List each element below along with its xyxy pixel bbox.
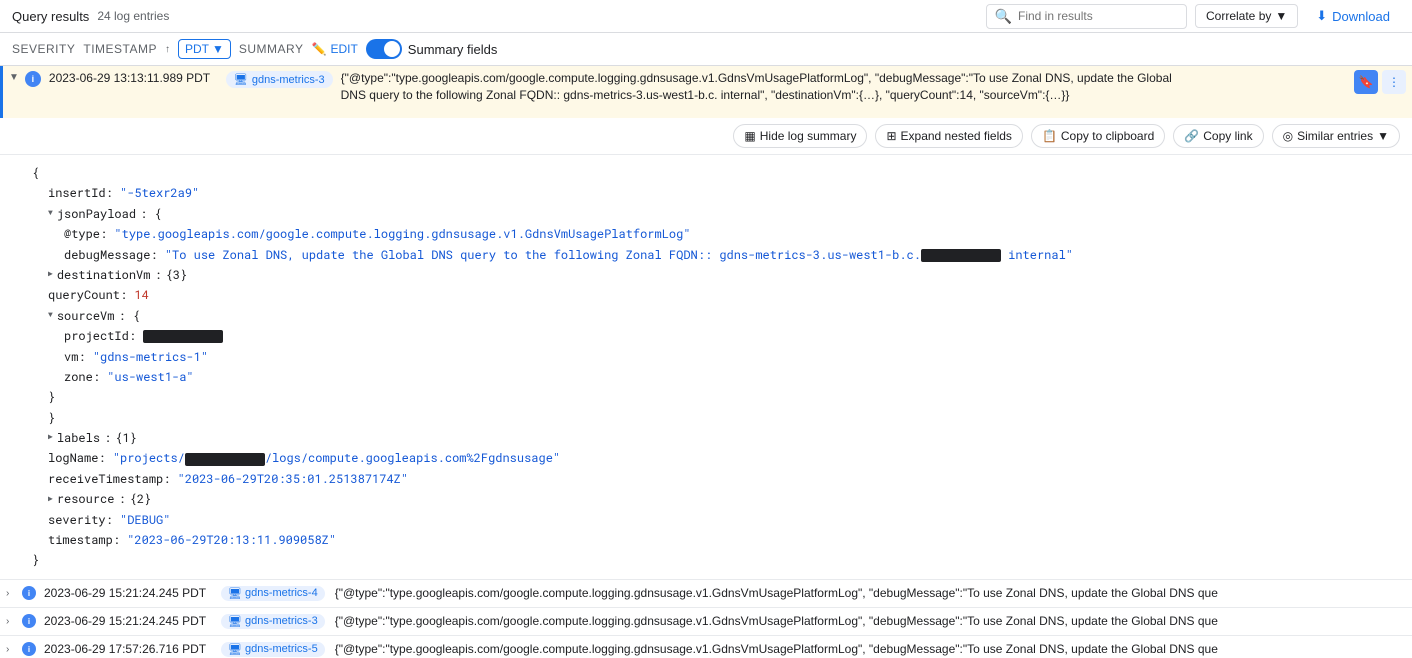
entry-summary-text: {"@type":"type.googleapis.com/google.com… <box>341 70 1346 104</box>
search-icon: 🔍 <box>995 8 1012 25</box>
row-source-chip: 🖥 gdns-metrics-3 <box>221 614 325 629</box>
bookmark-icon-btn[interactable]: 🔖 <box>1354 70 1378 94</box>
list-item[interactable]: › i 2023-06-29 17:57:26.716 PDT 🖥 gdns-m… <box>0 636 1412 658</box>
chevron-down-icon: ▼ <box>1377 129 1389 143</box>
collapse-arrow-icon[interactable]: ▼ <box>9 72 19 83</box>
collapsed-entries-list: › i 2023-06-29 15:21:24.245 PDT 🖥 gdns-m… <box>0 580 1412 658</box>
vm-icon: 🖥 <box>228 615 242 628</box>
expanded-log-entry: ▼ i 2023-06-29 13:13:11.989 PDT 🖥 gdns-m… <box>0 66 1412 580</box>
labels-collapsible[interactable]: ▶ labels: {1} <box>32 428 1388 448</box>
similar-entries-icon: ◎ <box>1283 129 1293 143</box>
more-options-icon-btn[interactable]: ⋮ <box>1382 70 1406 94</box>
expand-arrow-icon: › <box>6 588 16 599</box>
row-summary: {"@type":"type.googleapis.com/google.com… <box>335 614 1406 628</box>
entry-actions: 🔖 ⋮ <box>1354 70 1406 94</box>
row-source-chip: 🖥 gdns-metrics-5 <box>221 642 325 657</box>
vm-icon: 🖥 <box>234 73 248 86</box>
find-in-results-box: 🔍 <box>986 4 1187 29</box>
row-timestamp: 2023-06-29 17:57:26.716 PDT <box>44 642 209 656</box>
expand-icon: ⊞ <box>886 129 896 143</box>
top-toolbar: Query results 24 log entries 🔍 Correlate… <box>0 0 1412 33</box>
link-icon: 🔗 <box>1184 129 1199 143</box>
correlate-button[interactable]: Correlate by ▼ <box>1195 4 1298 28</box>
download-button[interactable]: ⬇ Download <box>1306 4 1400 28</box>
copy-link-button[interactable]: 🔗 Copy link <box>1173 124 1263 148</box>
copy-icon: 📋 <box>1042 129 1057 143</box>
list-item[interactable]: › i 2023-06-29 15:21:24.245 PDT 🖥 gdns-m… <box>0 608 1412 636</box>
row-summary: {"@type":"type.googleapis.com/google.com… <box>335 586 1406 600</box>
severity-icon: i <box>22 642 36 656</box>
summary-column-header: SUMMARY <box>239 42 304 56</box>
summary-fields-switch[interactable] <box>366 39 402 59</box>
log-count-badge: 24 log entries <box>97 9 169 23</box>
source-vm-collapsible[interactable]: ▼ sourceVm: { <box>32 306 1388 326</box>
pdt-badge[interactable]: PDT ▼ <box>178 39 231 59</box>
edit-icon: ✏️ <box>312 42 327 56</box>
summary-fields-toggle: Summary fields <box>366 39 498 59</box>
list-item[interactable]: › i 2023-06-29 15:21:24.245 PDT 🖥 gdns-m… <box>0 580 1412 608</box>
second-toolbar: SEVERITY TIMESTAMP ↑ PDT ▼ SUMMARY ✏️ ED… <box>0 33 1412 66</box>
severity-icon: i <box>22 586 36 600</box>
chevron-down-icon: ▼ <box>212 42 224 56</box>
similar-entries-button[interactable]: ◎ Similar entries ▼ <box>1272 124 1400 148</box>
row-source-chip: 🖥 gdns-metrics-4 <box>221 586 325 601</box>
hide-icon: ▦ <box>744 129 755 143</box>
severity-icon: i <box>22 614 36 628</box>
edit-button[interactable]: ✏️ EDIT <box>312 42 358 56</box>
expand-arrow-icon: › <box>6 616 16 627</box>
jsonpayload-collapsible[interactable]: ▼ jsonPayload: { <box>32 204 1388 224</box>
expanded-entry-header: ▼ i 2023-06-29 13:13:11.989 PDT 🖥 gdns-m… <box>0 66 1412 118</box>
row-summary: {"@type":"type.googleapis.com/google.com… <box>335 642 1406 656</box>
main-content: ▼ i 2023-06-29 13:13:11.989 PDT 🖥 gdns-m… <box>0 66 1412 658</box>
find-in-results-input[interactable] <box>1018 9 1178 23</box>
row-timestamp: 2023-06-29 15:21:24.245 PDT <box>44 586 209 600</box>
entry-timestamp: 2023-06-29 13:13:11.989 PDT <box>49 71 214 85</box>
sort-arrow-icon[interactable]: ↑ <box>165 44 170 55</box>
destination-vm-collapsible[interactable]: ▶ destinationVm: {3} <box>32 265 1388 285</box>
vm-icon: 🖥 <box>228 587 242 600</box>
chevron-down-icon: ▼ <box>1275 9 1287 23</box>
expand-arrow-icon: › <box>6 644 16 655</box>
json-tree: { insertId: "-5texr2a9" ▼ jsonPayload: {… <box>0 155 1412 579</box>
timestamp-column-header: TIMESTAMP <box>83 42 157 56</box>
hide-log-summary-button[interactable]: ▦ Hide log summary <box>733 124 867 148</box>
download-icon: ⬇ <box>1316 8 1327 24</box>
severity-icon-debug: i <box>25 71 41 87</box>
expand-nested-fields-button[interactable]: ⊞ Expand nested fields <box>875 124 1022 148</box>
source-chip: 🖥 gdns-metrics-3 <box>226 71 333 88</box>
query-results-label: Query results <box>12 9 89 24</box>
expanded-content-toolbar: ▦ Hide log summary ⊞ Expand nested field… <box>0 118 1412 155</box>
severity-column-header: SEVERITY <box>12 42 75 56</box>
row-timestamp: 2023-06-29 15:21:24.245 PDT <box>44 614 209 628</box>
copy-to-clipboard-button[interactable]: 📋 Copy to clipboard <box>1031 124 1165 148</box>
resource-collapsible[interactable]: ▶ resource: {2} <box>32 489 1388 509</box>
vm-icon: 🖥 <box>228 643 242 656</box>
